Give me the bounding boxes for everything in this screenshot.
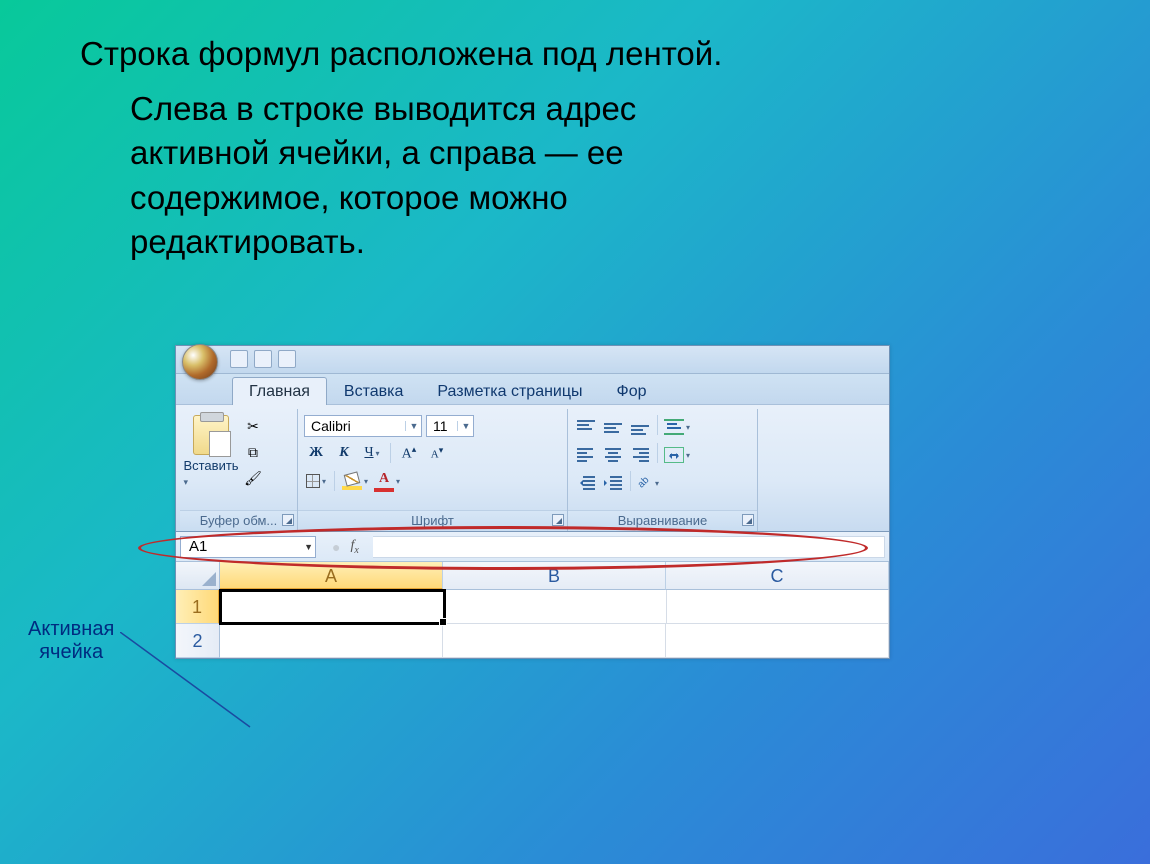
italic-button[interactable]: К: [332, 441, 356, 465]
office-button[interactable]: [182, 344, 218, 380]
slide-line-1: Строка формул расположена под лентой.: [80, 32, 1090, 77]
group-label-alignment: Выравнивание: [568, 510, 757, 531]
align-center-button[interactable]: [601, 443, 625, 467]
group-label-font: Шрифт: [298, 510, 567, 531]
slide-line-2: Слева в строке выводится адрес: [130, 87, 1090, 132]
brush-icon: 🖌: [244, 470, 262, 487]
bold-button[interactable]: Ж: [304, 441, 328, 465]
font-launcher[interactable]: [552, 514, 564, 526]
increase-indent-icon: [604, 476, 622, 490]
cell-a1[interactable]: [219, 589, 446, 625]
align-bottom-icon: [631, 419, 649, 435]
quick-access-toolbar: [230, 350, 296, 368]
grow-font-button[interactable]: A▴: [397, 441, 421, 465]
scissors-icon: ✂: [247, 418, 259, 435]
fill-color-button[interactable]: [341, 469, 369, 493]
underline-button[interactable]: Ч: [360, 441, 384, 465]
cell-c2[interactable]: [666, 624, 889, 658]
align-middle-icon: [604, 420, 622, 434]
column-headers: A B C: [176, 562, 889, 590]
borders-button[interactable]: [304, 469, 328, 493]
wrap-text-icon: [664, 419, 684, 435]
format-painter-button[interactable]: 🖌: [242, 467, 264, 489]
orientation-icon: [637, 475, 653, 491]
tab-formulas[interactable]: Фор: [600, 377, 664, 405]
align-top-icon: [577, 420, 595, 434]
name-box[interactable]: A1 ▼: [180, 536, 316, 558]
cut-button[interactable]: ✂: [242, 415, 264, 437]
align-center-icon: [604, 448, 622, 462]
select-all-corner[interactable]: [176, 562, 220, 590]
formula-bar-buttons: ● fx: [322, 536, 369, 558]
font-size-combo[interactable]: 11 ▼: [426, 415, 474, 437]
align-bottom-button[interactable]: [628, 415, 652, 439]
ribbon: Вставить ✂ ⧉ 🖌 Буфер обм... Calibri ▼: [176, 404, 889, 532]
slide-line-4: содержимое, которое можно: [130, 176, 1090, 221]
cell-b2[interactable]: [443, 624, 666, 658]
font-color-button[interactable]: A: [373, 469, 401, 493]
insert-function-button[interactable]: fx: [350, 538, 358, 556]
chevron-down-icon: ▼: [457, 421, 471, 431]
slide-text: Строка формул расположена под лентой. Сл…: [0, 0, 1150, 273]
cell-c1[interactable]: [667, 590, 889, 624]
formula-bar: A1 ▼ ● fx: [176, 532, 889, 562]
formula-input[interactable]: [373, 536, 885, 558]
qat-undo-icon[interactable]: [254, 350, 272, 368]
column-header-c[interactable]: C: [666, 562, 889, 590]
wrap-text-button[interactable]: [663, 415, 691, 439]
excel-window: Главная Вставка Разметка страницы Фор Вс…: [175, 345, 890, 659]
paste-icon: [193, 415, 229, 455]
clipboard-launcher[interactable]: [282, 514, 294, 526]
qat-redo-icon[interactable]: [278, 350, 296, 368]
copy-button[interactable]: ⧉: [242, 441, 264, 463]
merge-icon: [664, 447, 684, 463]
column-header-a[interactable]: A: [220, 562, 443, 590]
chevron-down-icon: ▼: [304, 542, 313, 552]
row-header-2[interactable]: 2: [176, 624, 220, 658]
tab-page-layout[interactable]: Разметка страницы: [420, 377, 599, 405]
decrease-indent-icon: [577, 476, 595, 490]
qat-save-icon[interactable]: [230, 350, 248, 368]
align-right-button[interactable]: [628, 443, 652, 467]
alignment-launcher[interactable]: [742, 514, 754, 526]
ribbon-tabs: Главная Вставка Разметка страницы Фор: [176, 374, 889, 404]
font-color-icon: A: [379, 471, 389, 487]
orientation-button[interactable]: [636, 471, 660, 495]
slide-line-5: редактировать.: [130, 220, 1090, 265]
align-top-button[interactable]: [574, 415, 598, 439]
group-clipboard: Вставить ✂ ⧉ 🖌 Буфер обм...: [180, 409, 298, 531]
paste-button[interactable]: Вставить: [186, 412, 236, 510]
worksheet-grid: A B C 1 2: [176, 562, 889, 658]
cell-a2[interactable]: [220, 624, 443, 658]
align-left-button[interactable]: [574, 443, 598, 467]
grid-row: 2: [176, 624, 889, 658]
group-label-clipboard: Буфер обм...: [180, 510, 297, 531]
group-alignment: Выравнивание: [568, 409, 758, 531]
align-left-icon: [577, 448, 595, 462]
merge-center-button[interactable]: [663, 443, 691, 467]
slide-line-3: активной ячейки, а справа — ее: [130, 131, 1090, 176]
increase-indent-button[interactable]: [601, 471, 625, 495]
decrease-indent-button[interactable]: [574, 471, 598, 495]
align-right-icon: [631, 448, 649, 462]
active-cell-callout: Активная ячейка: [28, 618, 114, 664]
column-header-b[interactable]: B: [443, 562, 666, 590]
title-bar: [176, 346, 889, 374]
grid-row: 1: [176, 590, 889, 624]
borders-icon: [306, 474, 320, 488]
chevron-down-icon: ▼: [405, 421, 419, 431]
cancel-formula-icon[interactable]: ●: [332, 539, 340, 555]
shrink-font-button[interactable]: A▾: [425, 441, 449, 465]
grow-font-icon: A▴: [402, 444, 417, 463]
cell-b1[interactable]: [445, 590, 667, 624]
align-middle-button[interactable]: [601, 415, 625, 439]
row-header-1[interactable]: 1: [176, 590, 220, 624]
group-font: Calibri ▼ 11 ▼ Ж К Ч A▴ A▾: [298, 409, 568, 531]
tab-insert[interactable]: Вставка: [327, 377, 420, 405]
copy-icon: ⧉: [248, 444, 258, 461]
fill-bucket-icon: [344, 471, 361, 486]
tab-home[interactable]: Главная: [232, 377, 327, 405]
font-name-combo[interactable]: Calibri ▼: [304, 415, 422, 437]
shrink-font-icon: A▾: [431, 445, 443, 461]
